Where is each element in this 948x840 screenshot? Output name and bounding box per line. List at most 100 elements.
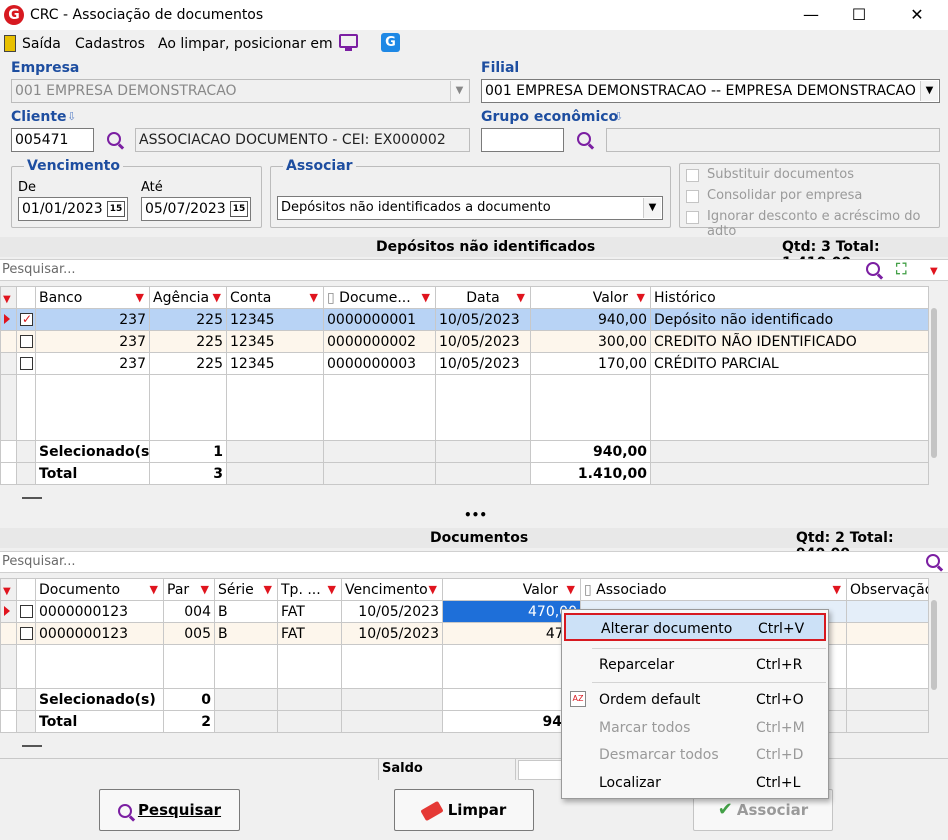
filter-icon[interactable]: ▼ <box>201 583 209 596</box>
documents-search-input[interactable]: Pesquisar... <box>0 551 948 573</box>
vertical-scrollbar[interactable] <box>931 600 937 690</box>
consolidate-checkbox[interactable] <box>686 190 699 203</box>
col-serie[interactable]: Série ▼ <box>214 578 278 601</box>
menu-item-localizar[interactable]: Localizar Ctrl+L <box>562 769 828 797</box>
filter-icon[interactable]: ▼ <box>328 583 336 596</box>
clear-button-label: Limpar <box>447 801 507 819</box>
associar-combo[interactable]: Depósitos não identificados a documento ▼ <box>277 196 663 220</box>
chevron-down-icon: ▼ <box>450 81 468 101</box>
filter-icon[interactable]: ▼ <box>213 291 221 304</box>
cell-valor[interactable]: 470,00 <box>442 600 581 623</box>
filter-icon[interactable]: ▼ <box>567 583 575 596</box>
menu-item-reparcelar[interactable]: Reparcelar Ctrl+R <box>562 651 828 679</box>
filter-icon[interactable]: ▼ <box>422 291 430 304</box>
splitter-handle[interactable]: ••• <box>464 508 487 522</box>
filter-icon[interactable]: ▼ <box>264 583 272 596</box>
collapse-handle[interactable] <box>22 497 42 499</box>
row-checkbox[interactable] <box>20 605 33 618</box>
col-banco[interactable]: Banco ▼ <box>35 286 150 309</box>
saldo-value <box>518 760 562 780</box>
clear-button[interactable]: Limpar <box>394 789 534 831</box>
row-checkbox-cell[interactable] <box>16 330 36 353</box>
cell-banco: 237 <box>35 352 150 375</box>
menu-on-clear[interactable]: Ao limpar, posicionar em <box>158 36 333 52</box>
filter-icon[interactable]: ▼ <box>637 291 645 304</box>
menu-item-label: Localizar <box>599 775 661 791</box>
filter-icon[interactable]: ▼ <box>150 583 158 596</box>
date-from-input[interactable]: 01/01/2023 15 <box>18 197 128 221</box>
menu-item-alterar-documento[interactable]: Alterar documento Ctrl+V <box>564 613 826 641</box>
col-conta[interactable]: Conta ▼ <box>226 286 324 309</box>
col-data[interactable]: Data ▼ <box>435 286 531 309</box>
search-icon[interactable] <box>577 132 591 146</box>
col-observacao[interactable]: Observação <box>846 578 929 601</box>
select-col <box>16 286 36 309</box>
grupo-code-input[interactable] <box>481 128 564 152</box>
monitor-icon[interactable] <box>339 34 358 48</box>
col-label: Histórico <box>654 289 716 306</box>
row-checkbox[interactable] <box>20 357 33 370</box>
dropdown-icon[interactable]: ▼ <box>930 266 938 277</box>
selected-label: Selecionado(s) <box>35 688 164 711</box>
filter-icon[interactable]: ▼ <box>429 583 437 596</box>
col-vencimento[interactable]: Vencimento ▼ <box>341 578 443 601</box>
filter-icon[interactable]: ▼ <box>517 291 525 304</box>
maximize-button[interactable]: ☐ <box>836 0 882 30</box>
search-icon[interactable] <box>107 132 121 146</box>
col-agencia[interactable]: Agência ▼ <box>149 286 227 309</box>
col-associado[interactable]: ▯ Associado ▼ <box>580 578 847 601</box>
vertical-scrollbar[interactable] <box>931 308 937 458</box>
calendar-icon[interactable]: 15 <box>107 201 125 217</box>
col-documento[interactable]: Documento ▼ <box>35 578 164 601</box>
deposits-search-input[interactable]: Pesquisar... <box>0 259 948 281</box>
col-documento[interactable]: ▯ Docume... ▼ <box>323 286 436 309</box>
menu-item-label: Reparcelar <box>599 657 675 673</box>
row-checkbox-cell[interactable] <box>16 622 36 645</box>
col-par[interactable]: Par ▼ <box>163 578 215 601</box>
g-app-icon[interactable]: G <box>381 33 400 52</box>
replace-docs-checkbox[interactable] <box>686 169 699 182</box>
filter-icon[interactable]: ▼ <box>136 291 144 304</box>
search-icon[interactable] <box>926 554 940 568</box>
minimize-button[interactable]: — <box>788 0 834 30</box>
menu-registers[interactable]: Cadastros <box>75 36 145 52</box>
row-checkbox-cell[interactable] <box>16 600 36 623</box>
col-historico[interactable]: Histórico <box>650 286 929 309</box>
table-row[interactable]: 237 225 12345 0000000001 10/05/2023 940,… <box>0 308 929 331</box>
menu-bar: Saída Cadastros Ao limpar, posicionar em… <box>0 30 948 58</box>
empresa-combo[interactable]: 001 EMPRESA DEMONSTRACAO ▼ <box>11 79 470 103</box>
row-indicator <box>0 308 17 331</box>
filial-combo[interactable]: 001 EMPRESA DEMONSTRACAO -- EMPRESA DEMO… <box>481 79 940 103</box>
row-checkbox[interactable] <box>20 312 33 326</box>
empresa-value: 001 EMPRESA DEMONSTRACAO <box>15 83 237 99</box>
cell-serie: B <box>214 600 278 623</box>
row-checkbox[interactable] <box>20 335 33 348</box>
row-checkbox-cell[interactable] <box>16 352 36 375</box>
collapse-handle[interactable] <box>22 745 42 747</box>
menu-item-ordem-default[interactable]: AZ Ordem default Ctrl+O <box>562 686 828 714</box>
ignore-discount-checkbox[interactable] <box>686 211 699 224</box>
expand-icon[interactable]: ⛶ <box>896 260 907 278</box>
row-checkbox-cell[interactable] <box>16 308 36 331</box>
col-valor[interactable]: Valor ▼ <box>530 286 651 309</box>
row-checkbox[interactable] <box>20 627 33 640</box>
date-to-input[interactable]: 05/07/2023 15 <box>141 197 251 221</box>
col-valor[interactable]: Valor ▼ <box>442 578 581 601</box>
search-icon[interactable] <box>866 262 880 276</box>
filter-icon[interactable]: ▼ <box>310 291 318 304</box>
cell-tipo: FAT <box>277 622 342 645</box>
table-row[interactable]: 237 225 12345 0000000003 10/05/2023 170,… <box>0 352 929 375</box>
col-tipo[interactable]: Tp. ... ▼ <box>277 578 342 601</box>
menu-item-desmarcar-todos[interactable]: Desmarcar todos Ctrl+D <box>562 741 828 769</box>
cliente-code-input[interactable]: 005471 <box>11 128 94 152</box>
filter-icon[interactable]: ▼ <box>833 583 841 596</box>
menu-exit[interactable]: Saída <box>22 36 61 52</box>
close-button[interactable]: ✕ <box>894 0 940 30</box>
calendar-icon[interactable]: 15 <box>230 201 248 217</box>
search-button[interactable]: Pesquisar <box>99 789 240 831</box>
menu-item-marcar-todos[interactable]: Marcar todos Ctrl+M <box>562 714 828 742</box>
cell-observacao <box>846 622 929 645</box>
cliente-name-field: ASSOCIACAO DOCUMENTO - CEI: EX000002 <box>135 128 470 152</box>
table-row[interactable]: 237 225 12345 0000000002 10/05/2023 300,… <box>0 330 929 353</box>
selected-value: 0, <box>442 688 581 711</box>
